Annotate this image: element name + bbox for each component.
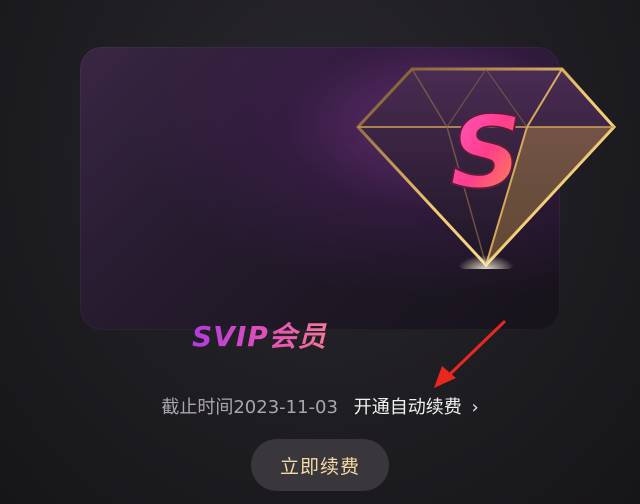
renew-now-button[interactable]: 立即续费 — [251, 439, 389, 491]
expiry-row: 截止时间2023-11-03 开通自动续费 › — [0, 395, 640, 421]
badge-letter: S — [450, 94, 522, 211]
svip-membership-card: S SVIP会员 — [80, 47, 617, 353]
chevron-right-icon: › — [471, 397, 479, 418]
auto-renew-link[interactable]: 开通自动续费 › — [354, 397, 479, 418]
membership-screen: S SVIP会员 截止时间2023-11-03 开通自动续费 › 立即续费 — [0, 0, 640, 504]
diamond-icon: S — [355, 67, 617, 269]
arrow-annotation-icon — [434, 320, 506, 388]
card-title: SVIP会员 — [192, 315, 327, 355]
auto-renew-label: 开通自动续费 — [353, 397, 462, 418]
expiry-date-text: 截止时间2023-11-03 — [161, 397, 338, 418]
